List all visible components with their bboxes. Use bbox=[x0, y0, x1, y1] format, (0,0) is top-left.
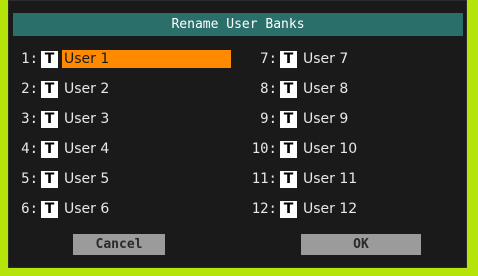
bank-name-field[interactable]: User 4 bbox=[62, 140, 109, 158]
text-edit-button[interactable]: T bbox=[280, 140, 297, 158]
bank-name-field[interactable]: User 3 bbox=[62, 110, 109, 128]
bank-number: 2: bbox=[21, 81, 38, 97]
bank-number: 1: bbox=[21, 51, 38, 67]
text-edit-button[interactable]: T bbox=[41, 170, 58, 188]
bank-row-12: 12: T User 12 bbox=[245, 200, 357, 218]
bank-row-3: 3: T User 3 bbox=[19, 110, 109, 128]
bank-row-2: 2: T User 2 bbox=[19, 80, 109, 98]
bank-number: 9: bbox=[260, 111, 277, 127]
text-edit-button[interactable]: T bbox=[280, 80, 297, 98]
bank-row-7: 7: T User 7 bbox=[245, 50, 348, 68]
text-edit-button[interactable]: T bbox=[41, 80, 58, 98]
bank-number: 11: bbox=[251, 171, 277, 187]
bank-row-11: 11: T User 11 bbox=[245, 170, 357, 188]
bank-number: 8: bbox=[260, 81, 277, 97]
text-edit-button[interactable]: T bbox=[41, 110, 58, 128]
bank-number: 10: bbox=[251, 141, 277, 157]
ok-button[interactable]: OK bbox=[301, 234, 421, 255]
bank-row-6: 6: T User 6 bbox=[19, 200, 109, 218]
text-edit-button[interactable]: T bbox=[280, 110, 297, 128]
bank-name-field[interactable]: User 12 bbox=[301, 200, 357, 218]
bank-row-9: 9: T User 9 bbox=[245, 110, 348, 128]
text-edit-button[interactable]: T bbox=[280, 200, 297, 218]
bank-number: 5: bbox=[21, 171, 38, 187]
bank-row-4: 4: T User 4 bbox=[19, 140, 109, 158]
bank-name-field[interactable]: User 1 bbox=[62, 50, 231, 68]
rename-user-banks-dialog: Rename User Banks 1: T User 1 2: T User … bbox=[8, 0, 467, 268]
bank-number: 6: bbox=[21, 201, 38, 217]
cancel-button[interactable]: Cancel bbox=[73, 234, 165, 255]
bank-name-field[interactable]: User 6 bbox=[62, 200, 109, 218]
dialog-title: Rename User Banks bbox=[13, 13, 463, 36]
bank-row-10: 10: T User 10 bbox=[245, 140, 357, 158]
bank-row-1: 1: T User 1 bbox=[19, 50, 231, 68]
bank-number: 12: bbox=[251, 201, 277, 217]
bank-name-field[interactable]: User 9 bbox=[301, 110, 348, 128]
bank-row-8: 8: T User 8 bbox=[245, 80, 348, 98]
bank-name-field[interactable]: User 8 bbox=[301, 80, 348, 98]
text-edit-button[interactable]: T bbox=[41, 50, 58, 68]
bank-number: 4: bbox=[21, 141, 38, 157]
text-edit-button[interactable]: T bbox=[41, 200, 58, 218]
bank-name-field[interactable]: User 5 bbox=[62, 170, 109, 188]
bank-name-field[interactable]: User 2 bbox=[62, 80, 109, 98]
bank-name-field[interactable]: User 10 bbox=[301, 140, 357, 158]
bank-number: 7: bbox=[260, 51, 277, 67]
bank-name-field[interactable]: User 7 bbox=[301, 50, 348, 68]
bank-number: 3: bbox=[21, 111, 38, 127]
bank-name-field[interactable]: User 11 bbox=[301, 170, 357, 188]
text-edit-button[interactable]: T bbox=[41, 140, 58, 158]
bank-row-5: 5: T User 5 bbox=[19, 170, 109, 188]
text-edit-button[interactable]: T bbox=[280, 50, 297, 68]
text-edit-button[interactable]: T bbox=[280, 170, 297, 188]
